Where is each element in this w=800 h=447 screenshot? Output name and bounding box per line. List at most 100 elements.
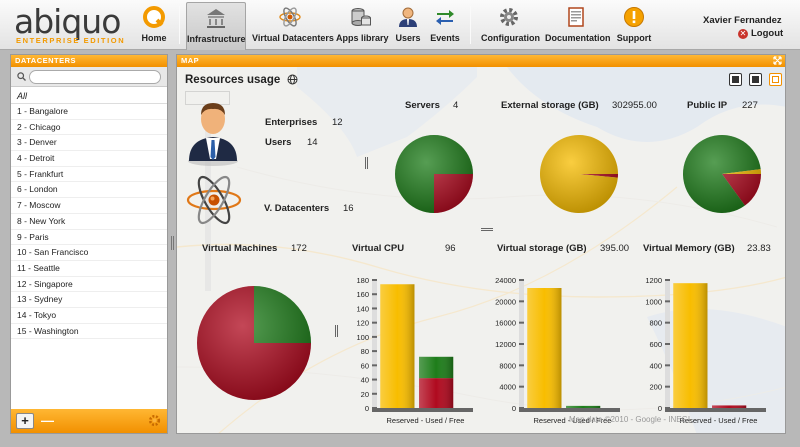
events-icon bbox=[436, 10, 454, 25]
virtual-memory-chart-tick-mark bbox=[665, 343, 670, 345]
datacenter-list-item[interactable]: 11 - Seattle bbox=[11, 261, 167, 277]
virtual-storage-chart-tick-label: 20000 bbox=[495, 297, 516, 306]
virtual-storage-chart-bar-shading bbox=[527, 288, 562, 408]
nav-support[interactable]: Support bbox=[614, 4, 654, 46]
map-panel-title: MAP bbox=[177, 55, 785, 67]
virtual-storage-chart-tick-mark bbox=[519, 300, 524, 303]
logout-label: Logout bbox=[751, 28, 784, 39]
datacenter-list-item[interactable]: 15 - Washington bbox=[11, 324, 167, 340]
nav-apps-library[interactable]: Apps library bbox=[336, 4, 389, 46]
nav-separator bbox=[179, 6, 180, 44]
virtual-memory-chart-tick-mark bbox=[665, 321, 670, 324]
virtual-storage-chart-tick-label: 0 bbox=[512, 404, 516, 413]
remove-datacenter-button[interactable]: — bbox=[41, 413, 54, 428]
virtual-cpu-chart-tick-label: 140 bbox=[356, 304, 369, 313]
nav-documentation[interactable]: Documentation bbox=[545, 4, 611, 46]
virtual-memory-chart-tick-label: 0 bbox=[658, 404, 662, 413]
nav-users[interactable]: Users bbox=[392, 4, 424, 46]
nav-virtual-datacenters-label: Virtual Datacenters bbox=[252, 33, 334, 43]
map-attribution: Map data ©2010 - Google - INEGI bbox=[569, 415, 691, 424]
virtual-memory-chart-tick-label: 800 bbox=[649, 319, 662, 328]
nav-events[interactable]: Events bbox=[428, 4, 462, 46]
virtual-cpu-chart-tick-mark bbox=[372, 335, 377, 338]
datacenter-list-item[interactable]: 14 - Tokyo bbox=[11, 308, 167, 324]
nav-home-label: Home bbox=[141, 33, 167, 43]
datacenter-list-item[interactable]: 2 - Chicago bbox=[11, 120, 167, 136]
datacenter-search-input[interactable] bbox=[29, 70, 161, 84]
nav-configuration-label: Configuration bbox=[481, 33, 540, 43]
datacenters-panel-title: DATACENTERS bbox=[11, 55, 167, 67]
virtual-memory-chart-tick-mark bbox=[665, 364, 670, 367]
logout-link[interactable]: ✕ Logout bbox=[738, 28, 783, 39]
datacenters-panel-footer: + — bbox=[11, 409, 167, 433]
user-name: Xavier Fernandez bbox=[703, 15, 782, 26]
datacenter-list-item[interactable]: 9 - Paris bbox=[11, 230, 167, 246]
datacenter-list-item[interactable]: 12 - Singapore bbox=[11, 277, 167, 293]
nav-infrastructure[interactable]: Infrastructure bbox=[186, 2, 246, 50]
nav-virtual-datacenters[interactable]: Virtual Datacenters bbox=[252, 4, 334, 46]
nav-documentation-label: Documentation bbox=[545, 33, 611, 43]
virtual-cpu-chart-tick-mark bbox=[372, 307, 377, 310]
public-ip-pie-shading bbox=[683, 135, 761, 213]
nav-users-label: Users bbox=[395, 33, 421, 43]
resources-charts: 0 20 40 60 80 100 120 140 160 180 Reserved - Used … bbox=[197, 134, 766, 425]
datacenter-list-item[interactable]: 4 - Detroit bbox=[11, 151, 167, 167]
virtual-memory-chart-bar-shading bbox=[712, 405, 747, 408]
search-icon bbox=[17, 72, 26, 81]
close-icon: ✕ bbox=[738, 29, 748, 39]
virtual-storage-chart-tick-mark bbox=[519, 343, 524, 345]
virtual-memory-chart-x-axis bbox=[665, 408, 766, 412]
add-datacenter-button[interactable]: + bbox=[16, 413, 34, 429]
datacenter-all-item[interactable]: All bbox=[11, 87, 167, 104]
resources-usage-overlay: Resources usage Enterprises 12 Users 14 … bbox=[177, 67, 785, 433]
virtual-memory-chart-tick-label: 400 bbox=[649, 361, 662, 370]
virtual-memory-chart-x-caption: Reserved - Used / Free bbox=[680, 416, 758, 425]
virtual-memory-chart-tick-label: 1000 bbox=[645, 297, 662, 306]
servers-pie-shading bbox=[395, 135, 473, 213]
datacenter-list-item[interactable]: 13 - Sydney bbox=[11, 292, 167, 308]
datacenters-panel: DATACENTERS All 1 - Bangalore 2 - Chicago… bbox=[10, 54, 168, 434]
expand-icon[interactable] bbox=[773, 56, 782, 65]
virtual-storage-chart-tick-label: 8000 bbox=[499, 361, 516, 370]
warning-icon bbox=[624, 7, 644, 27]
atom-icon bbox=[279, 7, 301, 27]
virtual-storage-chart-tick-mark bbox=[519, 385, 524, 388]
virtual-cpu-chart-tick-label: 80 bbox=[361, 347, 369, 356]
virtual-cpu-chart-tick-mark bbox=[372, 392, 377, 395]
nav-configuration[interactable]: Configuration bbox=[481, 4, 540, 46]
virtual-cpu-chart-x-axis bbox=[372, 408, 473, 412]
virtual-cpu-chart-tick-mark bbox=[372, 279, 377, 281]
virtual-memory-chart-bar-shading bbox=[673, 283, 708, 408]
datacenter-list-item[interactable]: 3 - Denver bbox=[11, 135, 167, 152]
datacenter-list: 1 - Bangalore 2 - Chicago 3 - Denver 4 - De… bbox=[11, 104, 167, 340]
nav-apps-library-label: Apps library bbox=[336, 33, 389, 43]
abiquo-logo: abiquo ENTERPRISE EDITION bbox=[14, 2, 140, 46]
home-icon bbox=[143, 6, 165, 28]
virtual-memory-chart-tick-label: 200 bbox=[649, 383, 662, 392]
gear-icon[interactable] bbox=[148, 414, 161, 427]
datacenter-list-item[interactable]: 8 - New York bbox=[11, 214, 167, 230]
virtual-storage-chart-tick-label: 12000 bbox=[495, 340, 516, 349]
virtual-cpu-chart-bar-shading bbox=[380, 284, 415, 408]
virtual-cpu-chart-tick-label: 120 bbox=[356, 319, 369, 328]
virtual-memory-chart-tick-label: 600 bbox=[649, 340, 662, 349]
virtual-storage-chart-bar-shading bbox=[566, 405, 601, 408]
virtual-memory-chart-tick-mark bbox=[665, 279, 670, 281]
virtual-cpu-chart-y-axis bbox=[372, 280, 377, 408]
datacenter-list-item[interactable]: 5 - Frankfurt bbox=[11, 167, 167, 183]
datacenter-list-item[interactable]: 10 - San Francisco bbox=[11, 245, 167, 261]
virtual-storage-chart-tick-mark bbox=[519, 364, 524, 367]
virtual-cpu-chart-bar-shading bbox=[419, 356, 454, 379]
datacenter-list-item[interactable]: 6 - London bbox=[11, 182, 167, 199]
virtual-cpu-chart-x-caption: Reserved - Used / Free bbox=[387, 416, 465, 425]
datacenter-list-item[interactable]: 7 - Moscow bbox=[11, 198, 167, 214]
virtual-cpu-chart-tick-label: 100 bbox=[356, 333, 369, 342]
nav-home[interactable]: Home bbox=[138, 4, 170, 46]
virtual-storage-chart-tick-label: 24000 bbox=[495, 276, 516, 285]
datacenter-list-item[interactable]: 1 - Bangalore bbox=[11, 104, 167, 120]
panel-splitter-handle[interactable] bbox=[171, 236, 174, 250]
virtual-memory-chart-tick-mark bbox=[665, 385, 670, 388]
nav-events-label: Events bbox=[430, 33, 460, 43]
virtual-cpu-chart-tick-mark bbox=[372, 321, 377, 324]
apps-library-icon bbox=[351, 8, 371, 26]
